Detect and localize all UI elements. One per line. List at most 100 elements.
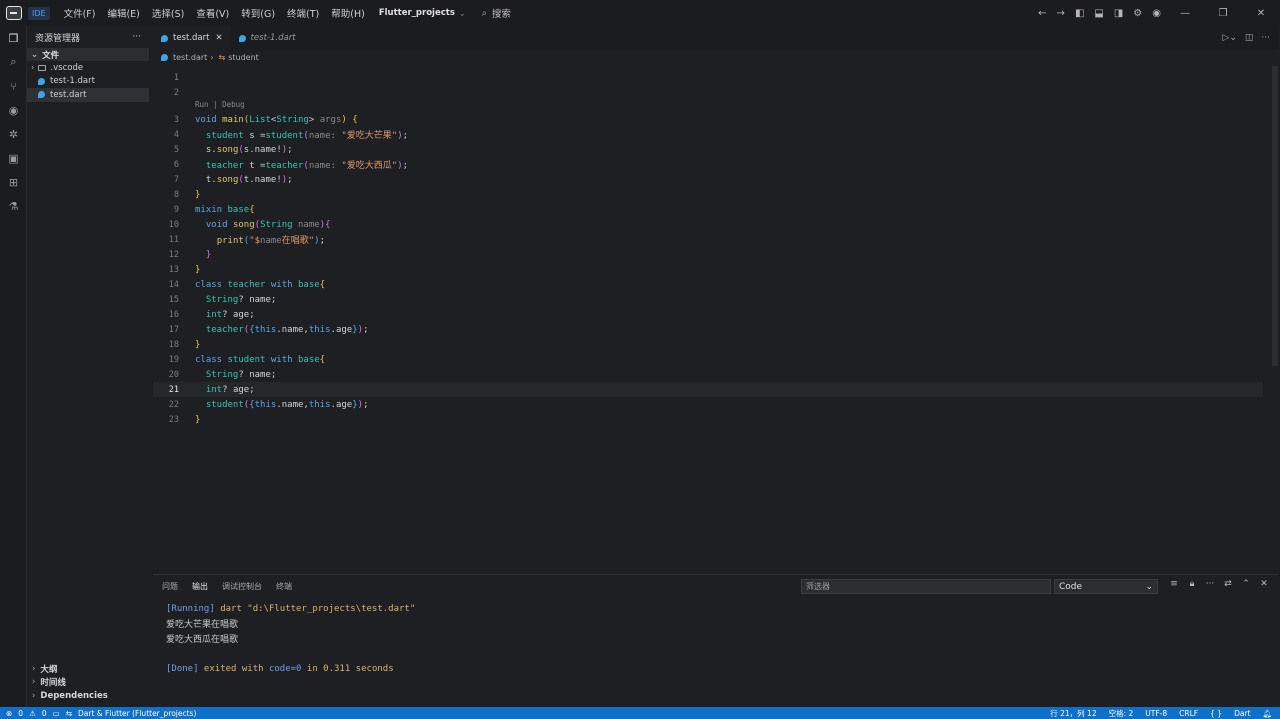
breadcrumb-symbol[interactable]: student [228,53,259,62]
panel-tab-debug-console[interactable]: 调试控制台 [222,581,262,592]
menu-goto[interactable]: 转到(G) [235,6,281,20]
code-line[interactable]: 9 mixin base{ [153,202,1263,217]
code-text: } [195,339,201,350]
error-icon[interactable]: ⊗ [6,709,12,718]
code-line[interactable]: 8} [153,187,1263,202]
code-line[interactable]: 3 void main(List<String> args) { [153,112,1263,127]
more-icon[interactable]: ··· [132,32,141,42]
testing-icon[interactable]: ⚗ [0,194,27,218]
panel-layout-icon[interactable]: ⇄ [1219,579,1237,589]
gear-icon[interactable]: ⚙ [1133,8,1142,19]
notifications-icon[interactable]: 🔔︎ [1262,709,1272,718]
code-line[interactable]: 4 student s =student(name: "爱吃大芒果"); [153,127,1263,142]
timeline-section[interactable]: › 时间线 [27,676,149,690]
forward-arrow-icon[interactable]: → [1057,8,1065,19]
braces-icon[interactable]: { } [1210,709,1222,718]
close-icon[interactable]: ✕ [1247,8,1275,19]
back-arrow-icon[interactable]: ← [1038,8,1046,19]
code-line[interactable]: 18} [153,337,1263,352]
code-line[interactable]: 12 } [153,247,1263,262]
chevron-down-icon[interactable]: ⌄ [459,9,466,18]
project-selector[interactable]: Flutter_projects [379,8,455,18]
code-line[interactable]: 23} [153,412,1263,427]
code-line[interactable]: 16 int? age; [153,307,1263,322]
menu-file[interactable]: 文件(F) [58,6,102,20]
codelens-run-debug[interactable]: Run | Debug [153,100,1263,112]
code-line[interactable]: 17 teacher({this.name,this.age}); [153,322,1263,337]
code-text: String? name; [205,294,277,305]
line-ending[interactable]: CRLF [1179,709,1198,718]
command-search[interactable]: ⌕ 搜索 [482,6,511,21]
lock-icon[interactable]: 🔒︎ [1183,579,1201,589]
tree-file-test[interactable]: test.dart [27,88,149,102]
warning-count[interactable]: 0 [42,709,47,718]
tab-test-1-dart[interactable]: test-1.dart [231,26,304,50]
close-panel-icon[interactable]: ✕ [1255,579,1273,589]
warning-icon[interactable]: ⚠ [29,709,36,718]
code-line[interactable]: 7 t.song(t.name!); [153,172,1263,187]
extensions-icon[interactable]: ⊞ [0,170,27,194]
code-line[interactable]: 14 class teacher with base{ [153,277,1263,292]
code-line[interactable]: 5 s.song(s.name!); [153,142,1263,157]
code-line[interactable]: 19 class student with base{ [153,352,1263,367]
split-editor-icon[interactable]: ◫ [1245,33,1254,43]
more-icon[interactable]: ··· [1201,579,1219,589]
run-icon[interactable]: ▷⌄ [1222,33,1236,43]
code-line[interactable]: 6 teacher t =teacher(name: "爱吃大西瓜"); [153,157,1263,172]
menu-edit[interactable]: 编辑(E) [101,6,145,20]
tab-test-dart[interactable]: test.dart ✕ [153,26,231,50]
language-mode[interactable]: Dart [1234,709,1250,718]
panel-tab-problems[interactable]: 问题 [162,581,178,592]
account-icon[interactable]: ◉ [1152,8,1161,19]
status-bar: ⊗ 0 ⚠ 0 ▭ ⇆ Dart & Flutter (Flutter_projec… [0,707,1280,719]
menu-help[interactable]: 帮助(H) [325,6,371,20]
remote-status-icon[interactable]: ▭ [53,709,60,718]
code-line[interactable]: 15 String? name; [153,292,1263,307]
indentation[interactable]: 空格: 2 [1109,708,1134,719]
encoding[interactable]: UTF-8 [1145,709,1167,718]
panel-tab-output[interactable]: 输出 [192,581,208,592]
code-editor[interactable]: 1 2 Run | Debug 3 void main(List<String> arg… [153,70,1263,427]
toggle-secondary-sidebar-icon[interactable]: ◨ [1114,8,1123,19]
word-wrap-icon[interactable]: ≡ [1165,579,1183,589]
remote-icon[interactable]: ▣ [0,146,27,170]
preview-icon[interactable]: ◉ [0,98,27,122]
code-line[interactable]: 1 [153,70,1263,85]
restore-icon[interactable]: ❐ [1209,8,1237,19]
error-count[interactable]: 0 [18,709,23,718]
toggle-panel-icon[interactable]: ⬓ [1094,8,1103,19]
code-line[interactable]: 20 String? name; [153,367,1263,382]
search-view-icon[interactable]: ⌕ [0,50,27,74]
menu-view[interactable]: 查看(V) [190,6,235,20]
tree-file-test-1[interactable]: test-1.dart [27,75,149,89]
menu-selection[interactable]: 选择(S) [146,6,190,20]
code-line[interactable]: 21 int? age; [153,382,1263,397]
output-channel-select[interactable]: Code ⌄ [1054,579,1158,594]
minimize-icon[interactable]: — [1171,8,1199,19]
breadcrumb-file[interactable]: test.dart [173,53,207,62]
close-tab-icon[interactable]: ✕ [215,33,222,43]
output-filter-input[interactable]: 筛选器 [801,579,1051,594]
search-label: 搜索 [491,9,511,20]
outline-section[interactable]: › 大纲 [27,662,149,676]
explorer-icon[interactable]: ❐ [0,26,27,50]
debug-icon[interactable]: ✲ [0,122,27,146]
panel-tab-terminal[interactable]: 终端 [276,581,292,592]
flutter-project-status[interactable]: Dart & Flutter (Flutter_projects) [78,709,196,718]
code-line[interactable]: 10 void song(String name){ [153,217,1263,232]
dependencies-section[interactable]: › Dependencies [27,689,149,703]
code-line[interactable]: 2 [153,85,1263,100]
menu-terminal[interactable]: 终端(T) [281,6,325,20]
source-control-icon[interactable]: ⑂ [0,74,27,98]
code-line[interactable]: 11 print("$name在唱歌"); [153,232,1263,247]
toggle-sidebar-icon[interactable]: ◧ [1075,8,1084,19]
workspace-section[interactable]: ⌄ 文件 [27,48,149,61]
breadcrumb-separator-icon: › [210,52,214,62]
editor-scrollbar[interactable] [1272,66,1278,366]
cursor-position[interactable]: 行 21，列 12 [1050,708,1096,719]
code-line[interactable]: 22 student({this.name,this.age}); [153,397,1263,412]
tree-folder-vscode[interactable]: › .vscode [27,61,149,75]
code-line[interactable]: 13} [153,262,1263,277]
maximize-panel-icon[interactable]: ⌃ [1237,579,1255,589]
more-actions-icon[interactable]: ··· [1261,33,1270,43]
